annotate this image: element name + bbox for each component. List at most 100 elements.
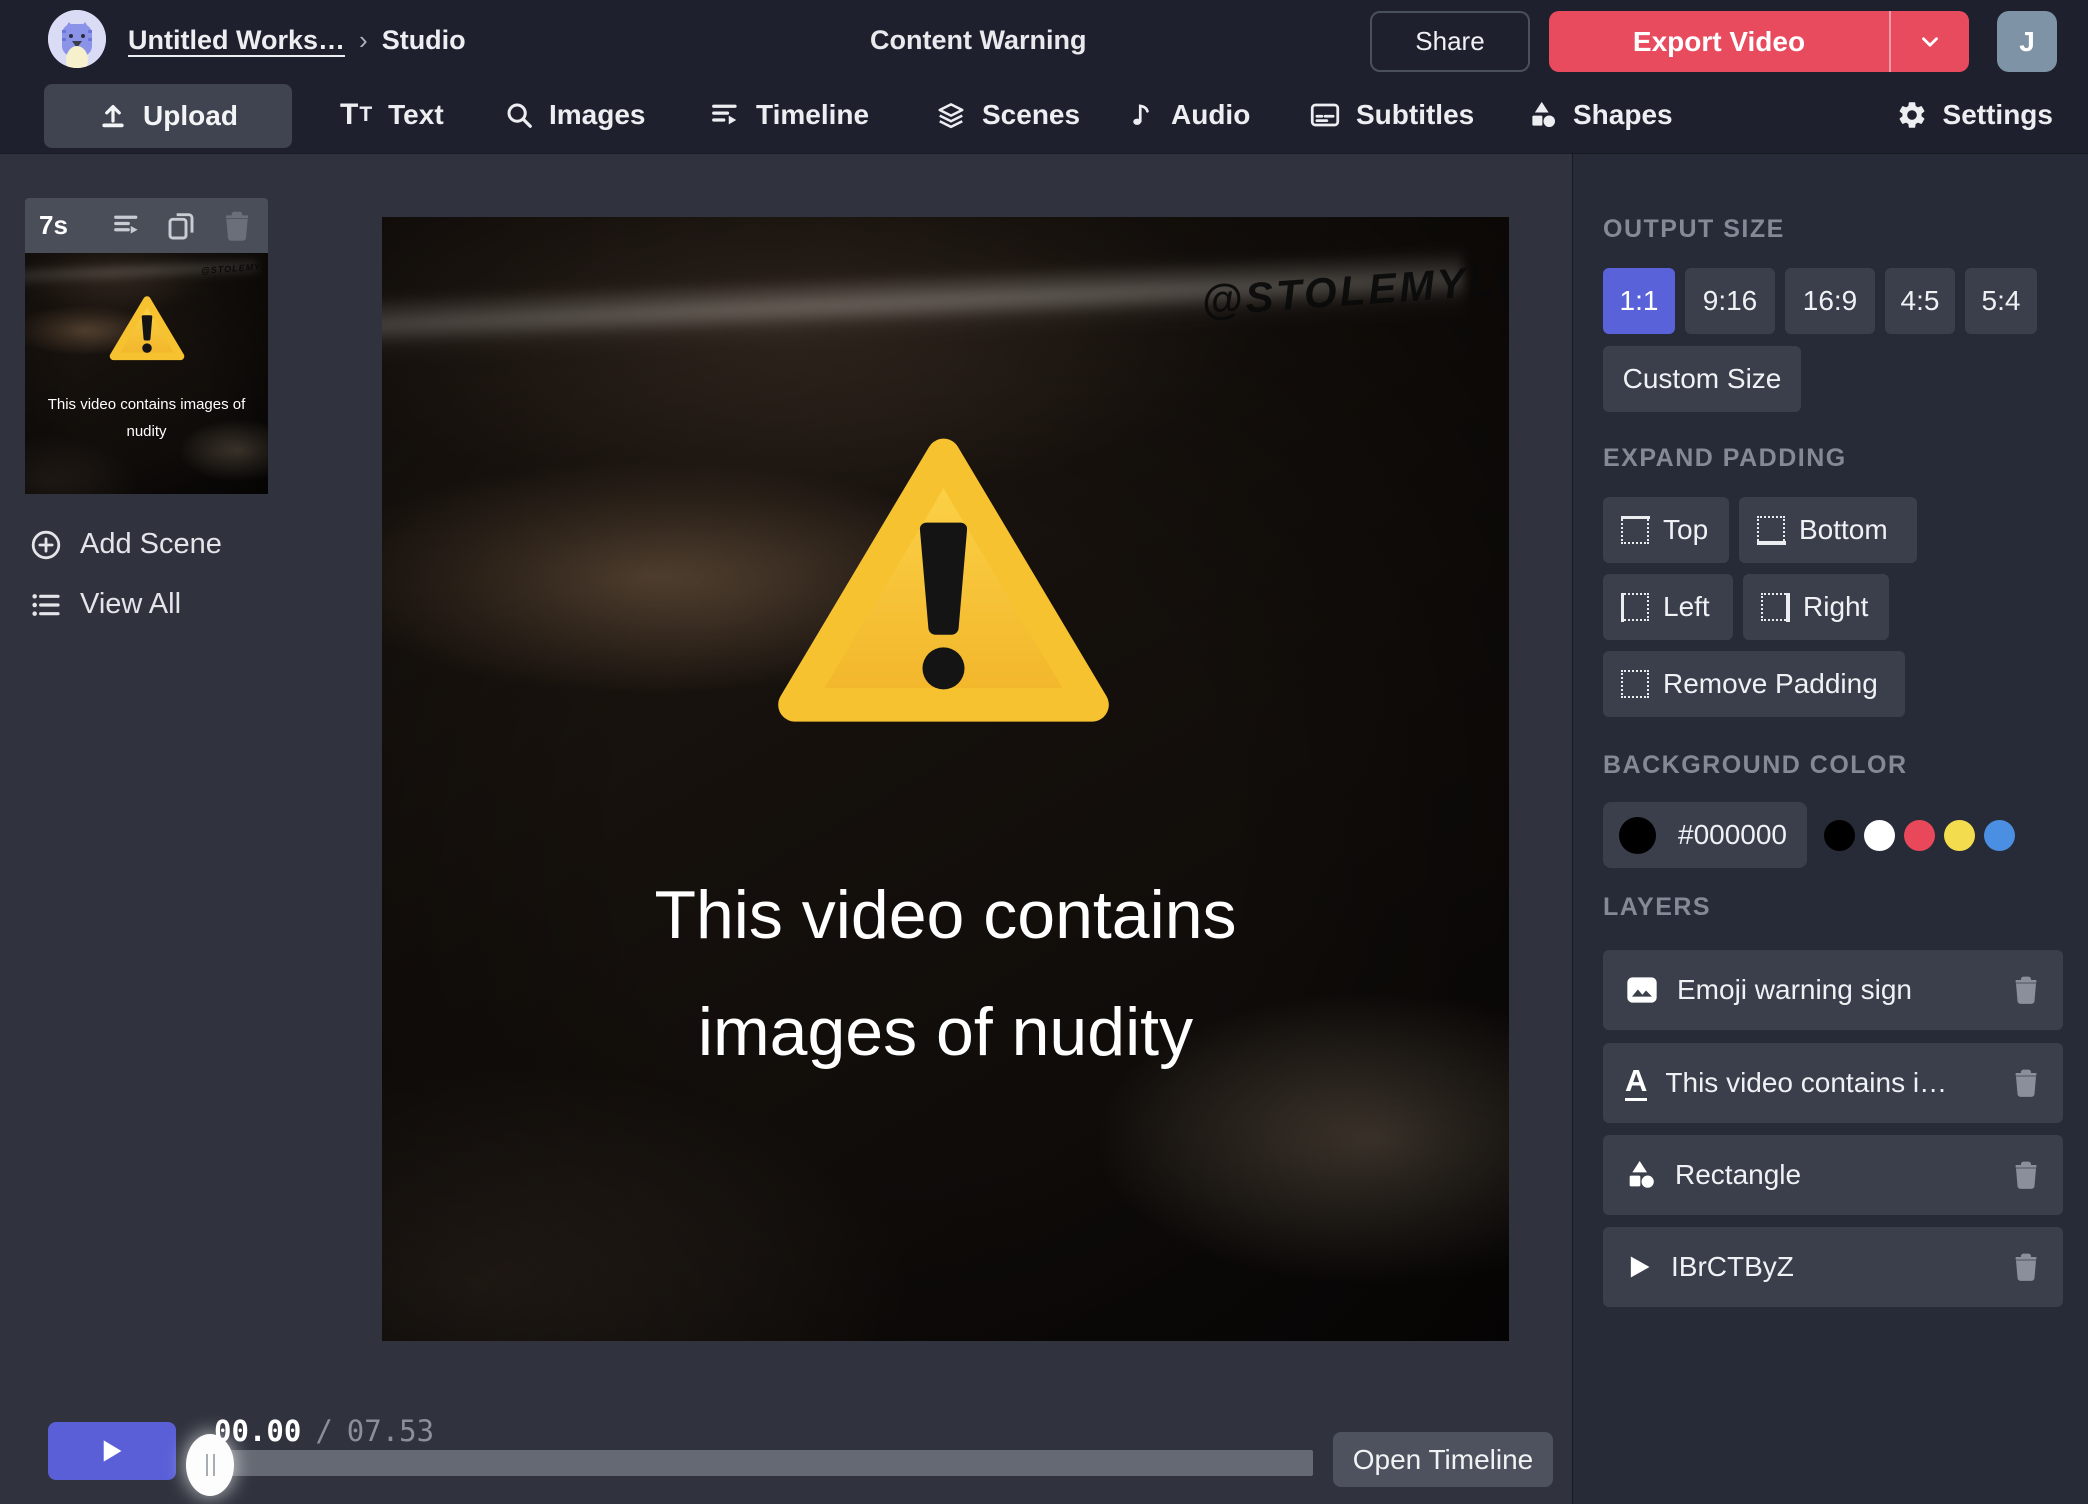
- open-timeline-button[interactable]: Open Timeline: [1333, 1432, 1553, 1487]
- play-icon: [100, 1438, 124, 1464]
- shapes-icon: [1528, 100, 1558, 130]
- kapwing-cat-logo[interactable]: [48, 10, 106, 68]
- pad-bottom-icon: [1757, 516, 1785, 544]
- caption-text-layer[interactable]: This video contains images of nudity: [382, 857, 1509, 1091]
- header: Untitled Works… › Studio Content Warning…: [0, 0, 2088, 153]
- play-button[interactable]: [48, 1422, 176, 1480]
- ratio-5-4-button[interactable]: 5:4: [1965, 268, 2037, 334]
- export-options-button[interactable]: [1891, 29, 1969, 55]
- pad-right-label: Right: [1803, 591, 1868, 623]
- ratio-16-9-button[interactable]: 16:9: [1785, 268, 1875, 334]
- settings-button[interactable]: Settings: [1896, 80, 2053, 150]
- remove-padding-button[interactable]: Remove Padding: [1603, 651, 1905, 717]
- project-title[interactable]: Content Warning: [870, 0, 1086, 80]
- timeline-icon: [709, 100, 741, 130]
- caption-line-2: images of nudity: [382, 974, 1509, 1091]
- music-note-icon: [1128, 100, 1156, 130]
- tab-audio-label: Audio: [1171, 99, 1250, 131]
- breadcrumb-chevron: ›: [359, 25, 368, 56]
- swatch-black[interactable]: [1824, 820, 1855, 851]
- pad-left-icon: [1621, 593, 1649, 621]
- pad-top-button[interactable]: Top: [1603, 497, 1729, 563]
- add-scene-button[interactable]: Add Scene: [30, 528, 222, 561]
- timecode: 00.00 / 07.53: [214, 1414, 434, 1448]
- background-color-label: BACKGROUND COLOR: [1603, 751, 1908, 780]
- tab-images-label: Images: [549, 99, 646, 131]
- scrubber-track[interactable]: [192, 1450, 1313, 1476]
- studio-label: Studio: [382, 25, 466, 56]
- layer-row-emoji[interactable]: Emoji warning sign: [1603, 950, 2063, 1030]
- tab-subtitles-label: Subtitles: [1356, 99, 1474, 131]
- layer-label: Rectangle: [1675, 1159, 1993, 1191]
- search-icon: [504, 100, 534, 130]
- delete-layer-icon[interactable]: [2011, 1067, 2041, 1099]
- ratio-1-1-button[interactable]: 1:1: [1603, 268, 1675, 334]
- ratio-9-16-button[interactable]: 9:16: [1685, 268, 1775, 334]
- tab-subtitles[interactable]: Subtitles: [1309, 80, 1474, 150]
- view-all-label: View All: [80, 588, 181, 621]
- duplicate-scene-icon[interactable]: [164, 208, 199, 244]
- workspace-name-link[interactable]: Untitled Works…: [128, 25, 345, 56]
- swatch-blue[interactable]: [1984, 820, 2015, 851]
- shapes-icon: [1625, 1159, 1657, 1191]
- chevron-down-icon: [1917, 29, 1943, 55]
- layer-row-rectangle[interactable]: Rectangle: [1603, 1135, 2063, 1215]
- layer-label: This video contains i…: [1665, 1067, 1993, 1099]
- subtitles-icon: [1309, 100, 1341, 130]
- studio-app: Untitled Works… › Studio Content Warning…: [0, 0, 2088, 1504]
- pad-left-label: Left: [1663, 591, 1710, 623]
- text-layer-icon: A: [1625, 1065, 1647, 1101]
- ratio-4-5-button[interactable]: 4:5: [1885, 268, 1955, 334]
- remove-padding-label: Remove Padding: [1663, 668, 1878, 700]
- tab-images[interactable]: Images: [504, 80, 646, 150]
- background-color-picker[interactable]: #000000: [1603, 802, 1807, 868]
- background-color-value: #000000: [1678, 819, 1787, 851]
- custom-size-button[interactable]: Custom Size: [1603, 346, 1801, 412]
- tab-upload-label: Upload: [143, 100, 238, 132]
- scene-card-header: 7s: [25, 198, 268, 253]
- canvas-vignette: [382, 217, 1509, 1341]
- settings-label: Settings: [1943, 99, 2053, 131]
- view-all-button[interactable]: View All: [30, 588, 181, 621]
- tab-text[interactable]: TT Text: [340, 80, 444, 150]
- pad-right-button[interactable]: Right: [1743, 574, 1889, 640]
- breadcrumb: Untitled Works… › Studio: [128, 0, 466, 80]
- tab-scenes[interactable]: Scenes: [935, 80, 1080, 150]
- scene-thumbnail[interactable]: @STOLEMYLEA This video contains images o…: [25, 253, 268, 494]
- tab-audio[interactable]: Audio: [1128, 80, 1250, 150]
- swatch-white[interactable]: [1864, 820, 1895, 851]
- right-panel: OUTPUT SIZE 1:1 9:16 16:9 4:5 5:4 Custom…: [1572, 153, 2088, 1504]
- gear-icon: [1896, 99, 1928, 131]
- pad-bottom-button[interactable]: Bottom: [1739, 497, 1917, 563]
- swatch-red[interactable]: [1904, 820, 1935, 851]
- delete-layer-icon[interactable]: [2011, 1159, 2041, 1191]
- warning-triangle-layer[interactable]: [775, 433, 1112, 730]
- swatch-yellow[interactable]: [1944, 820, 1975, 851]
- thumbnail-caption: This video contains images of nudity: [43, 391, 251, 445]
- pad-top-icon: [1621, 516, 1649, 544]
- tab-timeline[interactable]: Timeline: [709, 80, 869, 150]
- delete-layer-icon[interactable]: [2011, 974, 2041, 1006]
- delete-layer-icon[interactable]: [2011, 1251, 2041, 1283]
- thumbnail-warning-triangle-icon: [109, 295, 185, 362]
- tab-text-label: Text: [388, 99, 444, 131]
- scrubber-handle[interactable]: [186, 1434, 234, 1496]
- user-avatar[interactable]: J: [1997, 11, 2057, 72]
- tab-shapes[interactable]: Shapes: [1528, 80, 1673, 150]
- delete-scene-icon[interactable]: [219, 208, 254, 244]
- layer-row-text[interactable]: A This video contains i…: [1603, 1043, 2063, 1123]
- list-icon: [30, 589, 62, 621]
- pad-left-button[interactable]: Left: [1603, 574, 1733, 640]
- video-canvas[interactable]: @STOLEMYLEA This video contains images o…: [382, 217, 1509, 1341]
- scene-duration: 7s: [39, 210, 89, 241]
- tab-upload[interactable]: Upload: [44, 84, 292, 148]
- reorder-scene-icon[interactable]: [109, 208, 144, 244]
- export-video-button[interactable]: Export Video: [1549, 11, 1969, 72]
- layers-label: LAYERS: [1603, 893, 1711, 922]
- layer-row-video[interactable]: IBrCTByZ: [1603, 1227, 2063, 1307]
- scene-card[interactable]: 7s @STOLEMYLEA: [25, 198, 268, 494]
- tab-shapes-label: Shapes: [1573, 99, 1673, 131]
- image-icon: [1625, 974, 1659, 1006]
- share-button[interactable]: Share: [1370, 11, 1530, 72]
- export-video-label: Export Video: [1549, 26, 1889, 58]
